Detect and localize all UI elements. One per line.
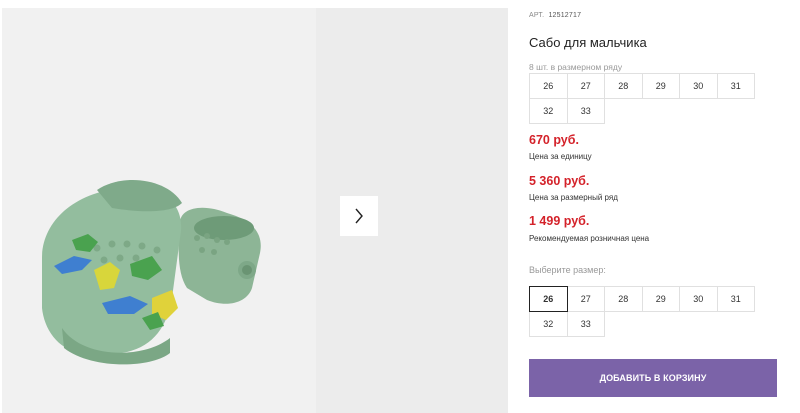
size-option[interactable]: 27 (566, 286, 605, 312)
unit-price: 670 руб. (529, 133, 579, 147)
sku-code: 12512717 (548, 12, 582, 19)
product-gallery (0, 0, 508, 413)
unit-price-label: Цена за единицу (529, 152, 592, 161)
pack-size-grid: 26 27 28 29 30 31 32 33 (529, 73, 755, 124)
pack-note: 8 шт. в размерном ряду (529, 62, 623, 72)
retail-price: 1 499 руб. (529, 214, 590, 228)
pack-size-cell: 26 (529, 73, 568, 99)
clog-shoes-image (42, 180, 261, 365)
size-option[interactable]: 33 (566, 311, 605, 337)
size-option[interactable]: 32 (529, 311, 568, 337)
pack-size-cell: 33 (566, 98, 605, 124)
choose-size-label: Выберите размер: (529, 265, 606, 275)
front-clog (42, 180, 182, 365)
product-photo[interactable] (2, 8, 316, 413)
size-option[interactable]: 31 (716, 286, 755, 312)
back-clog (178, 207, 261, 304)
size-option[interactable]: 29 (641, 286, 680, 312)
next-image-button[interactable] (340, 196, 378, 236)
size-selector: 26 27 28 29 30 31 32 33 (529, 286, 755, 337)
pack-size-cell: 29 (641, 73, 680, 99)
size-option[interactable]: 28 (604, 286, 643, 312)
pack-price: 5 360 руб. (529, 174, 590, 188)
pack-size-cell: 27 (566, 73, 605, 99)
sku: АРТ. 12512717 (529, 12, 581, 19)
size-option[interactable]: 30 (679, 286, 718, 312)
sku-label: АРТ. (529, 12, 545, 19)
pack-size-cell: 31 (716, 73, 755, 99)
size-option[interactable]: 26 (529, 286, 568, 312)
pack-size-cell: 30 (679, 73, 718, 99)
chevron-right-icon (355, 208, 363, 224)
product-title: Сабо для мальчика (529, 35, 647, 50)
pack-size-cell: 32 (529, 98, 568, 124)
pack-size-cell: 28 (604, 73, 643, 99)
retail-price-label: Рекомендуемая розничная цена (529, 234, 650, 243)
pack-price-label: Цена за размерный ряд (529, 193, 618, 202)
add-to-cart-button[interactable]: ДОБАВИТЬ В КОРЗИНУ (529, 359, 777, 397)
